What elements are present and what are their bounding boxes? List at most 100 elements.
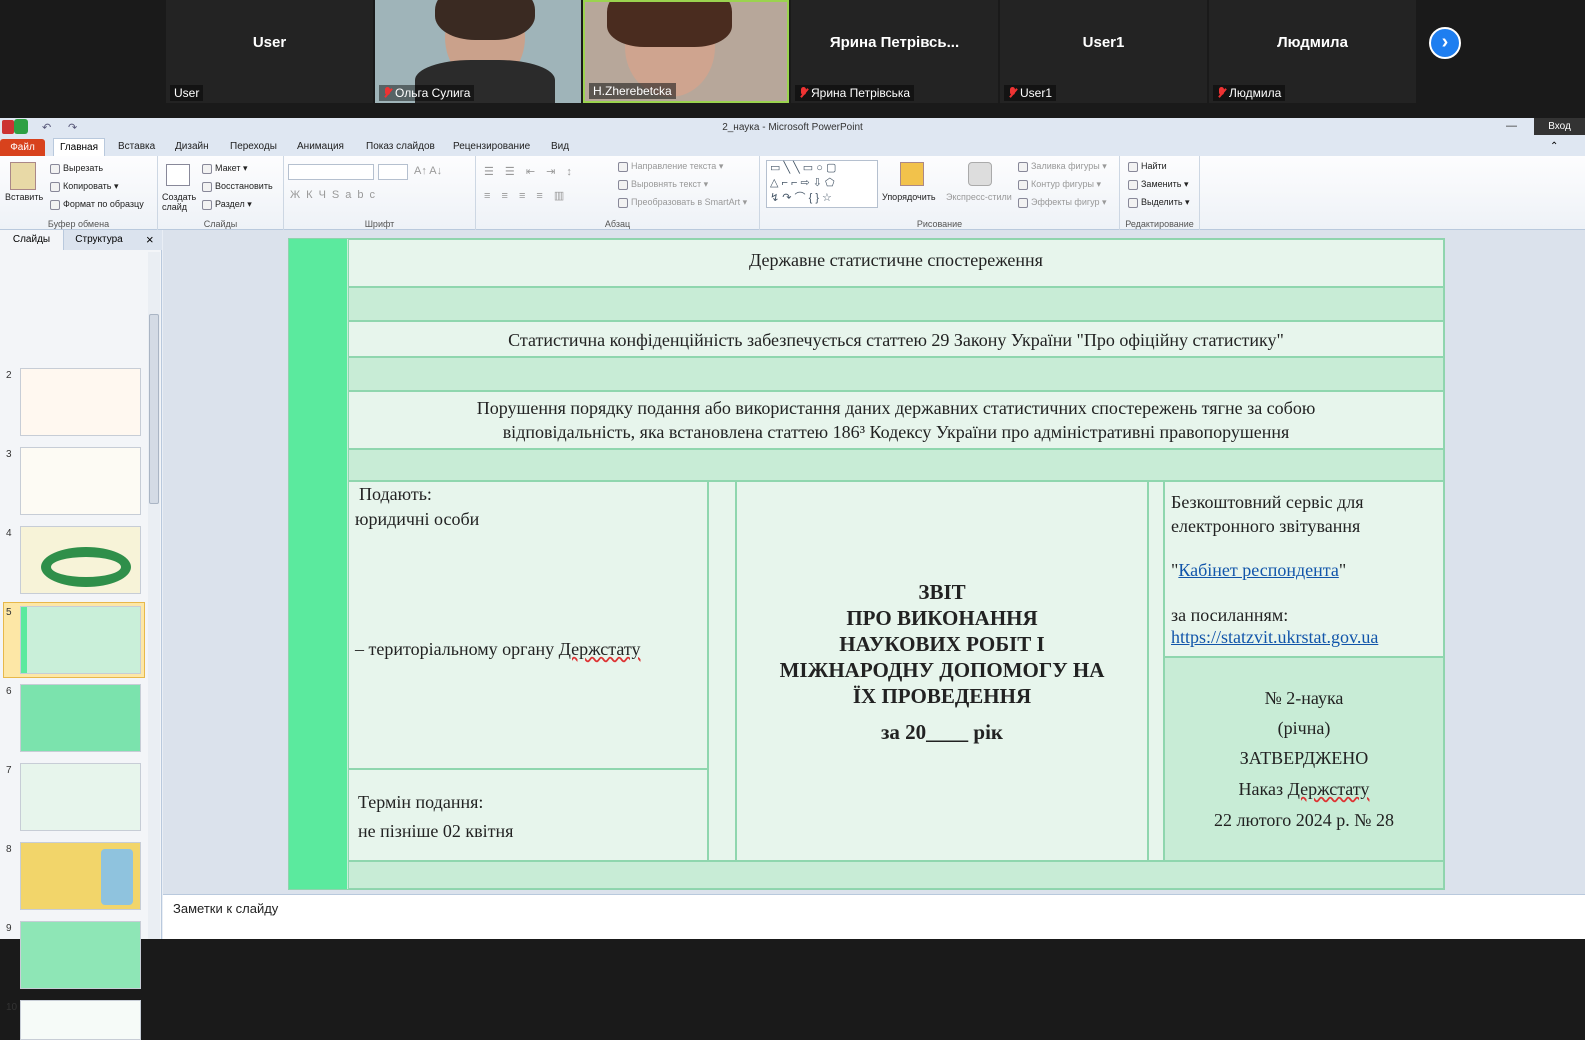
violation-cell[interactable]: Порушення порядку подання або використан… (348, 391, 1444, 449)
participant-tile[interactable]: Людмила Людмила (1209, 0, 1416, 103)
font-name-select[interactable] (288, 164, 374, 180)
text-direction-button[interactable]: Направление текста ▾ (618, 161, 723, 172)
tab-home[interactable]: Главная (53, 138, 105, 156)
tab-file[interactable]: Файл (0, 139, 45, 156)
slide-thumbnail[interactable] (20, 368, 141, 436)
arrange-button[interactable]: Упорядочить (882, 192, 936, 202)
format-painter-button[interactable]: Формат по образцу (50, 199, 144, 210)
panel-scrollbar[interactable] (148, 252, 160, 939)
align-text-label: Выровнять текст (631, 179, 702, 189)
submitters-to-org: Держстату (558, 639, 641, 659)
slide-canvas[interactable]: Державне статистичне спостереження Стати… (288, 238, 1445, 890)
help-icon[interactable]: ⌃ (1550, 141, 1558, 152)
participant-video[interactable]: Ольга Сулига (375, 0, 581, 103)
align-icons[interactable]: ≡ ≡ ≡ ≡ ▥ (484, 189, 568, 202)
participant-video-active[interactable]: H.Zherebetcka (583, 0, 789, 103)
copy-button[interactable]: Копировать ▾ (50, 181, 119, 192)
slides-group-label: Слайды (203, 219, 238, 229)
paste-button[interactable]: Вставить (5, 192, 43, 202)
tab-transitions[interactable]: Переходы (230, 141, 277, 152)
list-icons[interactable]: ☰ ☰ ⇤ ⇥ ↕ (484, 165, 576, 178)
align-text-icon (618, 179, 628, 190)
slide-thumbnail[interactable] (20, 921, 141, 989)
shape-outline-label: Контур фигуры (1031, 179, 1094, 189)
service-url-line: https://statzvit.ukrstat.gov.ua (1171, 627, 1378, 648)
tab-slides[interactable]: Слайды (0, 230, 64, 250)
close-panel-icon[interactable]: × (146, 232, 154, 247)
layout-button[interactable]: Макет ▾ (202, 163, 248, 174)
participant-tile[interactable]: User1 User1 (1000, 0, 1207, 103)
confidentiality-cell[interactable]: Статистична конфіденційність забезпечуєт… (348, 321, 1444, 357)
replace-button[interactable]: Заменить ▾ (1128, 179, 1188, 190)
font-grow-icon[interactable]: A↑ A↓ (414, 165, 442, 177)
copy-label: Копировать (63, 181, 112, 191)
layout-label: Макет (215, 163, 241, 173)
slide-thumbnail[interactable] (20, 1000, 141, 1040)
slide-thumbnail[interactable] (20, 447, 141, 515)
mic-muted-icon (1217, 87, 1226, 99)
signin-button[interactable]: Вход (1534, 118, 1585, 135)
slide-thumbnail[interactable] (20, 842, 141, 910)
form-period: (річна) (1277, 718, 1331, 738)
reset-button[interactable]: Восстановить (202, 181, 273, 192)
shapes-gallery[interactable]: ▭ ╲ ╲ ▭ ○ ▢ △ ⌐ ⌐ ⇨ ⇩ ⬠ ↯ ↷ ⌒ { } ☆ (766, 160, 878, 208)
participant-label-text: Людмила (1229, 86, 1282, 100)
smartart-button[interactable]: Преобразовать в SmartArt ▾ (618, 197, 747, 208)
tab-insert[interactable]: Вставка (118, 141, 155, 152)
notes-pane[interactable]: Заметки к слайду (163, 894, 1585, 939)
cut-button[interactable]: Вырезать (50, 163, 103, 174)
shape-effects-button[interactable]: Эффекты фигур ▾ (1018, 197, 1107, 208)
slide-thumbnail[interactable] (20, 763, 141, 831)
next-participants-button[interactable]: › (1429, 27, 1461, 59)
align-text-button[interactable]: Выровнять текст ▾ (618, 179, 708, 190)
header-cell[interactable]: Державне статистичне спостереження (348, 239, 1444, 287)
report-title-cell[interactable]: ЗВІТ ПРО ВИКОНАННЯ НАУКОВИХ РОБІТ І МІЖН… (736, 481, 1148, 861)
slide-thumbnail[interactable] (20, 684, 141, 752)
section-button[interactable]: Раздел ▾ (202, 199, 252, 210)
font-format-icons[interactable]: ЖКЧSabc (290, 189, 381, 201)
minimize-ribbon-icon[interactable]: — (1506, 120, 1517, 132)
shape-fill-button[interactable]: Заливка фигуры ▾ (1018, 161, 1107, 172)
gap-cell (1148, 481, 1164, 861)
brush-icon (50, 199, 60, 210)
effects-icon (1018, 197, 1028, 208)
shape-fill-label: Заливка фигуры (1031, 161, 1100, 171)
select-label: Выделить (1141, 197, 1183, 207)
quick-styles-button[interactable]: Экспресс-стили (946, 192, 1012, 202)
hair-image (607, 2, 732, 47)
spacer-cell (348, 357, 1444, 391)
service-cell[interactable]: Безкоштовний сервіс для електронного зві… (1164, 481, 1444, 657)
submitters-cell[interactable]: Подають: юридичні особи – територіальном… (348, 481, 708, 769)
layout-icon (202, 163, 212, 174)
select-button[interactable]: Выделить ▾ (1128, 197, 1190, 208)
new-slide-button[interactable]: Создать слайд (162, 192, 202, 212)
participant-label: Людмила (1213, 85, 1286, 101)
slide-accent-bar (289, 239, 347, 889)
tab-view[interactable]: Вид (551, 141, 569, 152)
participant-tile[interactable]: User User (166, 0, 373, 103)
participant-label: Ольга Сулига (379, 85, 475, 101)
shape-outline-button[interactable]: Контур фигуры ▾ (1018, 179, 1101, 190)
scrollbar-thumb[interactable] (149, 314, 159, 504)
statzvit-url-link[interactable]: https://statzvit.ukrstat.gov.ua (1171, 627, 1378, 647)
slide-thumbnail[interactable] (20, 526, 141, 594)
slide-thumbnail-selected[interactable] (20, 606, 141, 674)
deadline-cell[interactable]: Термін подання: не пізніше 02 квітня (348, 769, 708, 861)
participant-label-text: Ольга Сулига (395, 86, 471, 100)
form-info-cell[interactable]: № 2-наука (річна) ЗАТВЕРДЖЕНО Наказ Держ… (1164, 657, 1444, 861)
tab-animation[interactable]: Анимация (297, 141, 344, 152)
tab-outline[interactable]: Структура (66, 230, 132, 250)
find-button[interactable]: Найти (1128, 161, 1167, 172)
tab-design[interactable]: Дизайн (175, 141, 209, 152)
cut-label: Вырезать (63, 163, 104, 173)
report-title-line: ЗВІТ (918, 580, 966, 604)
font-size-select[interactable] (378, 164, 408, 180)
respondent-cabinet-link[interactable]: Кабінет респондента (1178, 560, 1338, 580)
tab-slideshow[interactable]: Показ слайдов (366, 141, 435, 152)
participant-tile[interactable]: Ярина Петрівсь... Ярина Петрівська (791, 0, 998, 103)
participant-label-text: H.Zherebetcka (593, 84, 672, 98)
tab-review[interactable]: Рецензирование (453, 141, 530, 152)
text-direction-label: Направление текста (631, 161, 717, 171)
new-slide-icon (166, 164, 190, 186)
clipboard-group-label: Буфер обмена (47, 219, 110, 229)
